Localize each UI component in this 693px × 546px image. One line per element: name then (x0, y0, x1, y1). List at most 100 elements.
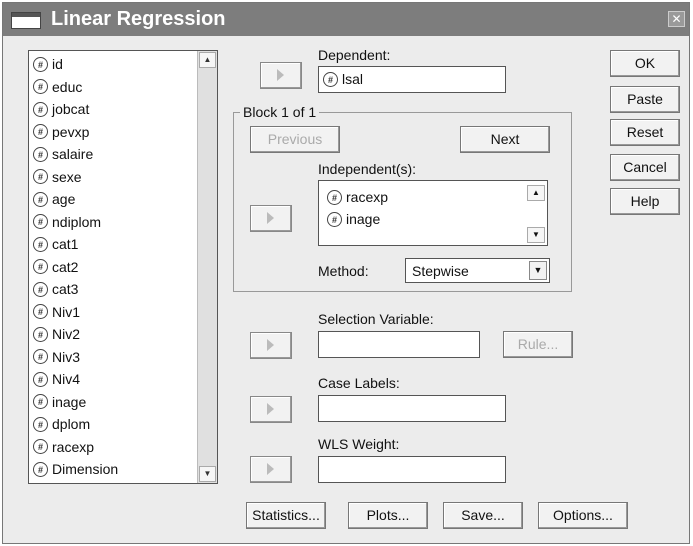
variable-item[interactable]: # ndiplom (33, 211, 217, 234)
variable-item[interactable]: # cat2 (33, 256, 217, 279)
title-bar[interactable]: Linear Regression ✕ (3, 3, 689, 36)
statistics-button[interactable]: Statistics... (246, 502, 326, 529)
scale-variable-icon: # (33, 394, 48, 410)
scale-variable-icon: # (33, 416, 48, 432)
scale-variable-icon: # (33, 326, 48, 342)
dependent-label: Dependent: (318, 47, 391, 63)
variable-item[interactable]: # Niv4 (33, 368, 217, 391)
variable-list-items: # id # educ # jobcat # pevxp # salaire # sexe # age # n… (29, 51, 217, 481)
variable-item-label: cat3 (52, 281, 79, 298)
scale-variable-icon: # (33, 281, 48, 297)
block-label: Block 1 of 1 (240, 104, 320, 120)
rule-button[interactable]: Rule... (503, 331, 573, 358)
move-to-dependent-button[interactable] (260, 62, 302, 89)
right-arrow-icon (267, 463, 274, 475)
variable-item-label: jobcat (52, 101, 90, 118)
variable-item[interactable]: # Niv3 (33, 346, 217, 369)
scale-variable-icon: # (33, 79, 48, 95)
paste-button[interactable]: Paste (610, 86, 680, 113)
scroll-down-icon[interactable]: ▼ (199, 466, 216, 482)
help-button[interactable]: Help (610, 188, 680, 215)
variable-item-label: Niv4 (52, 371, 81, 388)
independents-scrollbar[interactable]: ▲ ▼ (527, 185, 545, 243)
variable-item-label: Dimension (52, 461, 119, 478)
right-arrow-icon (277, 69, 284, 81)
scale-variable-icon: # (327, 189, 342, 205)
scale-variable-icon: # (33, 304, 48, 320)
independent-item-label: inage (346, 211, 381, 227)
close-icon[interactable]: ✕ (668, 11, 685, 27)
move-to-case-labels-button[interactable] (250, 396, 292, 423)
scroll-up-icon[interactable]: ▲ (527, 185, 545, 201)
dependent-value: lsal (342, 71, 364, 87)
variable-item[interactable]: # jobcat (33, 98, 217, 121)
variable-item[interactable]: # pevxp (33, 121, 217, 144)
variable-item[interactable]: # salaire (33, 143, 217, 166)
scale-variable-icon: # (33, 124, 48, 140)
variable-item-label: inage (52, 393, 87, 410)
scale-variable-icon: # (33, 439, 48, 455)
variable-item[interactable]: # Niv2 (33, 323, 217, 346)
source-variable-list[interactable]: # id # educ # jobcat # pevxp # salaire # sexe # age # n… (28, 50, 218, 484)
variable-item-label: id (52, 56, 63, 73)
ok-button[interactable]: OK (610, 50, 680, 77)
variable-item-label: Niv2 (52, 326, 81, 343)
variable-list-scrollbar[interactable]: ▲ ▼ (197, 51, 217, 483)
scale-variable-icon: # (33, 349, 48, 365)
variable-item[interactable]: # Dimension (33, 458, 217, 481)
independents-label: Independent(s): (318, 161, 417, 177)
variable-item[interactable]: # sexe (33, 166, 217, 189)
independent-item[interactable]: # racexp (327, 186, 547, 208)
wls-weight-label: WLS Weight: (318, 436, 400, 452)
scale-variable-icon: # (33, 56, 48, 72)
variable-item[interactable]: # inage (33, 391, 217, 414)
variable-item-label: cat1 (52, 236, 79, 253)
cancel-button[interactable]: Cancel (610, 154, 680, 181)
wls-weight-field[interactable] (318, 456, 506, 483)
independents-items: # racexp # inage (319, 181, 547, 230)
variable-item-label: ndiplom (52, 213, 102, 230)
dependent-field[interactable]: # lsal (318, 66, 506, 93)
variable-item-label: pevxp (52, 123, 90, 140)
reset-button[interactable]: Reset (610, 119, 680, 146)
case-labels-field[interactable] (318, 395, 506, 422)
selection-variable-field[interactable] (318, 331, 480, 358)
previous-button[interactable]: Previous (250, 126, 340, 153)
variable-item[interactable]: # educ (33, 76, 217, 99)
selection-variable-label: Selection Variable: (318, 311, 434, 327)
variable-item[interactable]: # Niv1 (33, 301, 217, 324)
scroll-down-icon[interactable]: ▼ (527, 227, 545, 243)
dialog-title: Linear Regression (51, 8, 226, 30)
variable-item[interactable]: # racexp (33, 436, 217, 459)
next-button[interactable]: Next (460, 126, 550, 153)
variable-item[interactable]: # cat1 (33, 233, 217, 256)
variable-item-label: cat2 (52, 258, 79, 275)
plots-button[interactable]: Plots... (348, 502, 428, 529)
scale-variable-icon: # (33, 101, 48, 117)
variable-item-label: racexp (52, 438, 95, 455)
save-button[interactable]: Save... (443, 502, 523, 529)
move-to-independents-button[interactable] (250, 205, 292, 232)
scale-variable-icon: # (33, 214, 48, 230)
scale-variable-icon: # (33, 169, 48, 185)
chevron-down-icon[interactable]: ▼ (529, 261, 547, 280)
variable-item-label: sexe (52, 168, 82, 185)
options-button[interactable]: Options... (538, 502, 628, 529)
move-to-wls-button[interactable] (250, 456, 292, 483)
scale-variable-icon: # (33, 259, 48, 275)
independents-list[interactable]: # racexp # inage ▲ ▼ (318, 180, 548, 246)
variable-item[interactable]: # id (33, 53, 217, 76)
variable-item-label: age (52, 191, 76, 208)
independent-item[interactable]: # inage (327, 208, 547, 230)
variable-item[interactable]: # cat3 (33, 278, 217, 301)
variable-item[interactable]: # dplom (33, 413, 217, 436)
scale-variable-icon: # (327, 211, 342, 227)
scale-variable-icon: # (323, 71, 338, 87)
scale-variable-icon: # (33, 461, 48, 477)
scale-variable-icon: # (33, 191, 48, 207)
right-arrow-icon (267, 403, 274, 415)
variable-item[interactable]: # age (33, 188, 217, 211)
scroll-up-icon[interactable]: ▲ (199, 52, 216, 68)
method-select[interactable]: Stepwise ▼ (405, 258, 550, 283)
move-to-selection-button[interactable] (250, 332, 292, 359)
